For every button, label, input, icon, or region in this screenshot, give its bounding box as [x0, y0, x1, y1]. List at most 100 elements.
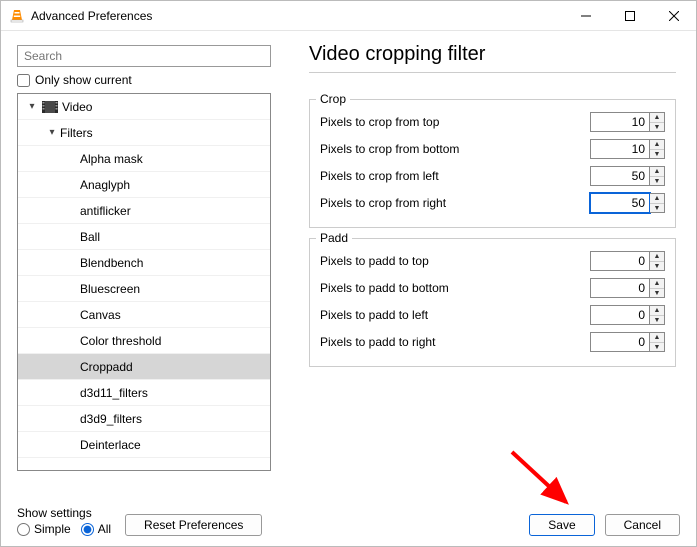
tree-label: Bluescreen [80, 282, 140, 296]
simple-radio[interactable] [17, 523, 30, 536]
only-show-current-row[interactable]: Only show current [17, 73, 279, 87]
padd-right-input[interactable] [590, 332, 650, 352]
tree-item-filter[interactable]: Alpha mask [18, 146, 270, 172]
crop-bottom-input[interactable] [590, 139, 650, 159]
tree-label: Canvas [80, 308, 121, 322]
padd-group: Padd Pixels to padd to top▲▼Pixels to pa… [309, 238, 676, 367]
tree-label: Filters [60, 126, 93, 140]
spin-down-button[interactable]: ▼ [650, 176, 664, 185]
tree-item-filter[interactable]: Deinterlace [18, 432, 270, 458]
reset-preferences-button[interactable]: Reset Preferences [125, 514, 262, 536]
bottom-bar: Show settings Simple All Reset Preferenc… [1, 496, 696, 546]
tree-label: Color threshold [80, 334, 161, 348]
titlebar: Advanced Preferences [1, 1, 696, 31]
padd-top-spin[interactable]: ▲▼ [590, 251, 665, 271]
spin-up-button[interactable]: ▲ [650, 113, 664, 122]
spin-up-button[interactable]: ▲ [650, 167, 664, 176]
crop-left-row: Pixels to crop from left▲▼ [320, 163, 665, 189]
crop-bottom-spin[interactable]: ▲▼ [590, 139, 665, 159]
spin-down-button[interactable]: ▼ [650, 288, 664, 297]
maximize-button[interactable] [608, 1, 652, 31]
only-show-current-checkbox[interactable] [17, 74, 30, 87]
crop-right-input[interactable] [590, 193, 650, 213]
tree-label: d3d11_filters [80, 386, 148, 400]
video-icon [42, 99, 58, 115]
padd-bottom-row: Pixels to padd to bottom ▲▼ [320, 275, 665, 301]
padd-right-row: Pixels to padd to right ▲▼ [320, 329, 665, 355]
spin-up-button[interactable]: ▲ [650, 140, 664, 149]
spin-up-button[interactable]: ▲ [650, 333, 664, 342]
simple-label: Simple [34, 522, 71, 536]
minimize-button[interactable] [564, 1, 608, 31]
tree-item-video[interactable]: ▾ Video [18, 94, 270, 120]
padd-left-row: Pixels to padd to left ▲▼ [320, 302, 665, 328]
crop-bottom-label: Pixels to crop from bottom [320, 142, 459, 156]
spin-up-button[interactable]: ▲ [650, 194, 664, 203]
tree-label: antiflicker [80, 204, 131, 218]
crop-group: Crop Pixels to crop from top▲▼Pixels to … [309, 99, 676, 228]
category-tree[interactable]: ▾ Video ▾ Filters Alpha mask Anaglyph anti… [17, 93, 271, 471]
settings-panel: Video cropping filter Crop Pixels to cro… [279, 31, 696, 496]
padd-bottom-input[interactable] [590, 278, 650, 298]
tree-item-filter[interactable]: Color threshold [18, 328, 270, 354]
tree-item-filter[interactable]: Blendbench [18, 250, 270, 276]
tree-item-filter[interactable]: antiflicker [18, 198, 270, 224]
tree-item-filter[interactable]: Ball [18, 224, 270, 250]
save-button[interactable]: Save [529, 514, 594, 536]
spin-down-button[interactable]: ▼ [650, 315, 664, 324]
spin-down-button[interactable]: ▼ [650, 261, 664, 270]
tree-item-filter[interactable]: d3d9_filters [18, 406, 270, 432]
tree-label: Anaglyph [80, 178, 130, 192]
crop-right-row: Pixels to crop from right ▲▼ [320, 190, 665, 216]
crop-top-row: Pixels to crop from top ▲▼ [320, 109, 665, 135]
crop-legend: Crop [316, 92, 350, 106]
padd-left-input[interactable] [590, 305, 650, 325]
padd-bottom-spin[interactable]: ▲▼ [590, 278, 665, 298]
padd-top-input[interactable] [590, 251, 650, 271]
crop-left-spin[interactable]: ▲▼ [590, 166, 665, 186]
only-show-current-label: Only show current [35, 73, 132, 87]
left-panel: Only show current ▾ Video ▾ Filters Alph… [1, 31, 279, 496]
show-settings-label: Show settings [17, 506, 111, 520]
window-controls [564, 1, 696, 31]
padd-left-spin[interactable]: ▲▼ [590, 305, 665, 325]
tree-item-filter[interactable]: Canvas [18, 302, 270, 328]
crop-top-spin[interactable]: ▲▼ [590, 112, 665, 132]
cancel-button[interactable]: Cancel [605, 514, 680, 536]
spin-up-button[interactable]: ▲ [650, 252, 664, 261]
tree-label: Alpha mask [80, 152, 143, 166]
all-radio[interactable] [81, 523, 94, 536]
spin-down-button[interactable]: ▼ [650, 342, 664, 351]
chevron-down-icon: ▾ [46, 127, 58, 138]
tree-label: d3d9_filters [80, 412, 142, 426]
tree-item-filter[interactable]: Anaglyph [18, 172, 270, 198]
close-button[interactable] [652, 1, 696, 31]
crop-top-input[interactable] [590, 112, 650, 132]
tree-item-filters[interactable]: ▾ Filters [18, 120, 270, 146]
padd-legend: Padd [316, 231, 352, 245]
spin-down-button[interactable]: ▼ [650, 122, 664, 131]
tree-item-filter[interactable]: Bluescreen [18, 276, 270, 302]
tree-label: Video [62, 100, 92, 114]
tree-item-filter[interactable]: Croppadd [18, 354, 270, 380]
crop-top-label: Pixels to crop from top [320, 115, 439, 129]
window-title: Advanced Preferences [31, 9, 564, 23]
tree-label: Croppadd [80, 360, 133, 374]
crop-right-spin[interactable]: ▲▼ [590, 193, 665, 213]
spin-up-button[interactable]: ▲ [650, 306, 664, 315]
padd-right-label: Pixels to padd to right [320, 335, 435, 349]
search-input[interactable] [17, 45, 271, 67]
all-label: All [98, 522, 111, 536]
spin-down-button[interactable]: ▼ [650, 149, 664, 158]
chevron-down-icon: ▾ [26, 101, 38, 112]
spin-down-button[interactable]: ▼ [650, 203, 664, 212]
tree-label: Blendbench [80, 256, 143, 270]
spin-up-button[interactable]: ▲ [650, 279, 664, 288]
padd-right-spin[interactable]: ▲▼ [590, 332, 665, 352]
tree-item-filter[interactable]: d3d11_filters [18, 380, 270, 406]
padd-bottom-label: Pixels to padd to bottom [320, 281, 449, 295]
crop-left-input[interactable] [590, 166, 650, 186]
crop-right-label: Pixels to crop from right [320, 196, 446, 210]
padd-left-label: Pixels to padd to left [320, 308, 428, 322]
padd-top-label: Pixels to padd to top [320, 254, 429, 268]
